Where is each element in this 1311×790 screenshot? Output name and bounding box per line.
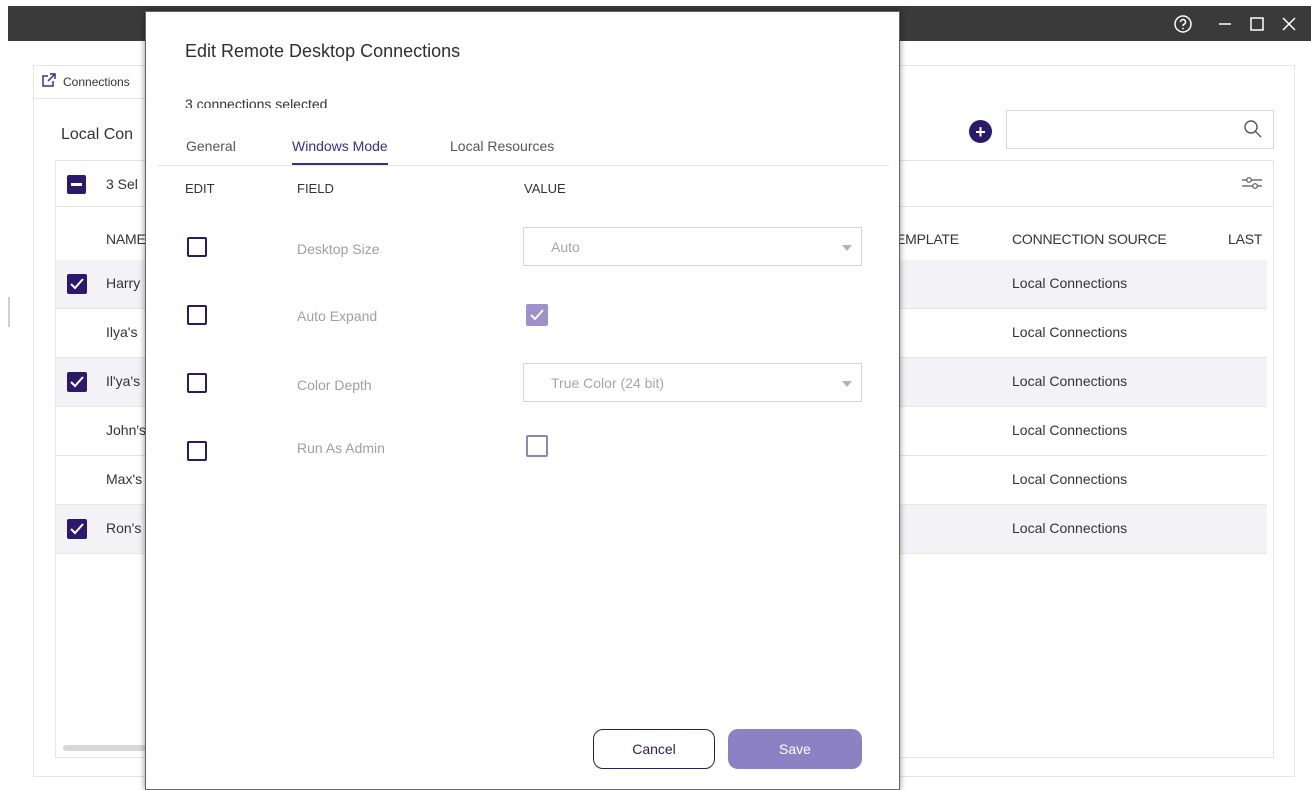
close-icon[interactable] [1278, 12, 1300, 36]
check-icon [70, 523, 84, 535]
row-name: John's [106, 422, 147, 438]
plus-icon: + [975, 121, 986, 142]
header-field: FIELD [297, 181, 334, 196]
run-as-admin-checkbox[interactable] [526, 435, 548, 457]
col-header-source[interactable]: CONNECTION SOURCE [1012, 231, 1167, 247]
row-name: Harry [106, 275, 141, 291]
row-name: Ron's [106, 520, 142, 536]
row-source: Local Connections [1012, 275, 1128, 291]
col-header-name[interactable]: NAME [106, 231, 146, 247]
search-input[interactable] [1006, 110, 1274, 149]
row-checkbox[interactable] [67, 274, 87, 294]
col-header-template[interactable]: EMPLATE [896, 231, 959, 247]
tab-connections[interactable]: Connections [33, 65, 153, 99]
check-icon [70, 376, 84, 388]
dialog-title: Edit Remote Desktop Connections [185, 41, 461, 61]
select-all-checkbox[interactable] [67, 175, 86, 194]
tab-local-resources[interactable]: Local Resources [450, 138, 554, 163]
add-connection-button[interactable]: + [969, 120, 992, 143]
check-icon [530, 309, 544, 321]
help-icon[interactable] [1170, 12, 1196, 36]
field-desktop-size: Desktop Size [297, 241, 380, 257]
selected-count: 3 Sel [106, 176, 138, 192]
horizontal-scrollbar[interactable] [63, 745, 149, 751]
filter-icon[interactable] [1241, 175, 1263, 191]
tab-windows-mode[interactable]: Windows Mode [292, 138, 388, 165]
row-checkbox[interactable] [67, 519, 87, 539]
row-source: Local Connections [1012, 422, 1128, 438]
chevron-down-icon [842, 245, 852, 251]
check-icon [70, 278, 84, 290]
edit-color-depth-checkbox[interactable] [187, 373, 207, 393]
chevron-down-icon [842, 381, 852, 387]
row-checkbox[interactable] [67, 372, 87, 392]
tab-connections-label: Connections [63, 74, 130, 89]
header-edit: EDIT [185, 181, 215, 196]
edit-auto-expand-checkbox[interactable] [187, 305, 207, 325]
minimize-icon[interactable] [1214, 12, 1236, 36]
row-source: Local Connections [1012, 373, 1128, 389]
save-button[interactable]: Save [728, 729, 862, 769]
row-source: Local Connections [1012, 471, 1128, 487]
desktop-size-select[interactable]: Auto [523, 227, 862, 266]
edit-desktop-size-checkbox[interactable] [187, 237, 207, 257]
search-icon [1244, 120, 1262, 138]
cancel-button[interactable]: Cancel [593, 729, 715, 769]
row-name: Il'ya's [106, 373, 141, 389]
dialog-tabs: General Windows Mode Local Resources [158, 132, 889, 166]
row-name: Ilya's [106, 324, 138, 340]
header-value: VALUE [524, 181, 566, 196]
desktop-size-value: Auto [551, 239, 580, 255]
row-name: Max's [106, 471, 143, 487]
color-depth-value: True Color (24 bit) [551, 375, 665, 391]
sidebar-edge [8, 297, 10, 327]
col-header-last[interactable]: LAST [1228, 231, 1262, 247]
edit-connections-dialog: Edit Remote Desktop Connections 3 connec… [145, 11, 900, 790]
auto-expand-checkbox[interactable] [526, 304, 548, 326]
external-link-icon [41, 72, 57, 91]
color-depth-select[interactable]: True Color (24 bit) [523, 363, 862, 402]
edit-run-as-admin-checkbox[interactable] [187, 441, 207, 461]
row-source: Local Connections [1012, 520, 1128, 536]
field-color-depth: Color Depth [297, 377, 372, 393]
section-title: Local Con [61, 126, 134, 143]
row-source: Local Connections [1012, 324, 1128, 340]
field-auto-expand: Auto Expand [297, 308, 378, 324]
maximize-icon[interactable] [1246, 12, 1268, 36]
tab-general[interactable]: General [186, 138, 236, 163]
dialog-subtitle: 3 connections selected [185, 96, 328, 108]
field-run-as-admin: Run As Admin [297, 440, 385, 456]
